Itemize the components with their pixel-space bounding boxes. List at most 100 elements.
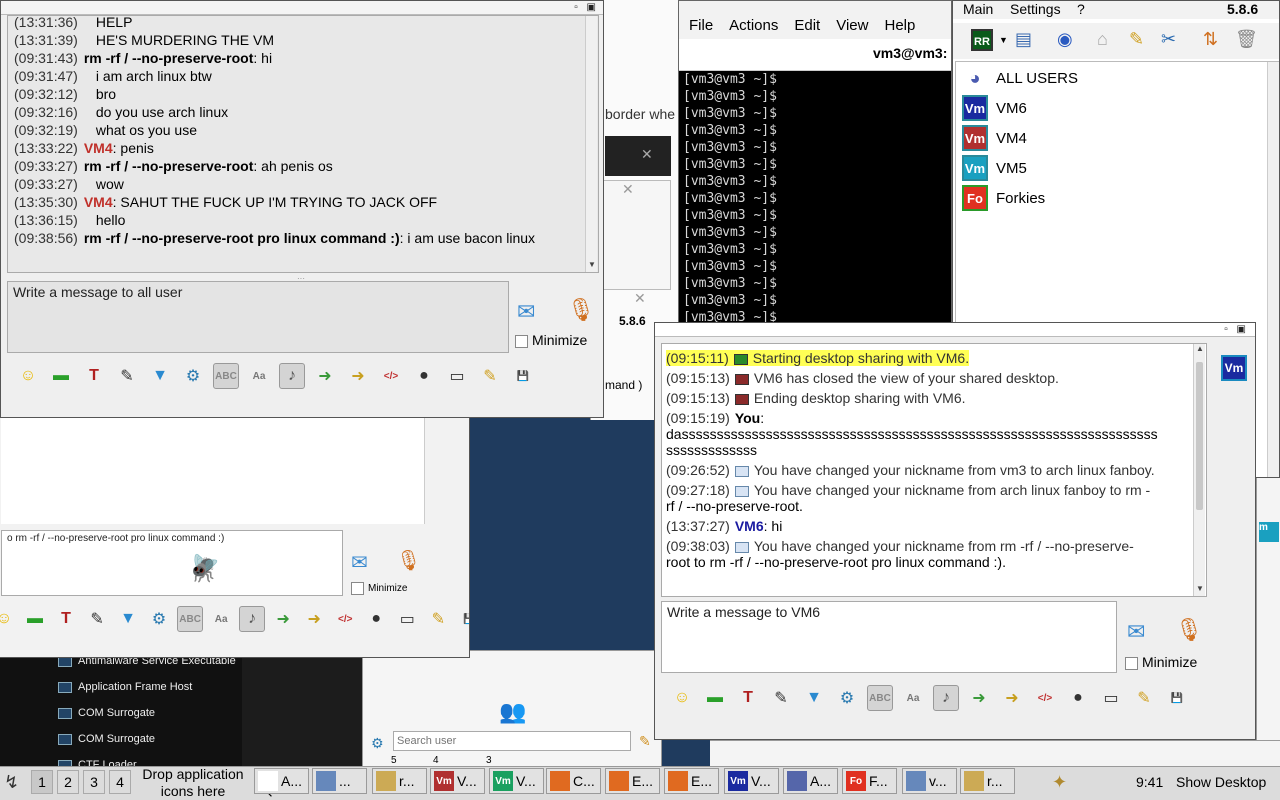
send-icon[interactable]: ✉ — [351, 550, 368, 575]
file-send-icon[interactable]: ➜ — [270, 606, 296, 632]
trash-icon[interactable]: 🗑 — [1235, 29, 1258, 50]
microphone-icon[interactable]: 🎙 — [567, 297, 595, 323]
gear-icon[interactable]: ⚙ — [834, 685, 860, 711]
record-icon[interactable]: ● — [411, 363, 437, 389]
font-icon[interactable]: T — [81, 363, 107, 389]
taskbar-item[interactable]: A... — [254, 768, 309, 794]
text-style-icon[interactable]: Aa — [208, 606, 234, 632]
taskbar-item[interactable]: E... — [664, 768, 719, 794]
vm6-minimize-checkbox[interactable]: Minimize — [1125, 654, 1197, 670]
tab-count[interactable]: 3 — [486, 755, 492, 766]
menu-settings[interactable]: Settings — [1010, 1, 1061, 17]
file-send-icon[interactable]: ➜ — [312, 363, 338, 389]
font-icon[interactable]: T — [735, 685, 761, 711]
taskbar-item[interactable]: Vm V... — [489, 768, 544, 794]
terminal-menu-item[interactable]: View — [836, 17, 868, 34]
taskbar-item[interactable]: r... — [372, 768, 427, 794]
pencil-icon[interactable]: ✎ — [639, 733, 651, 750]
user-list-scrollbar[interactable] — [1267, 62, 1279, 477]
terminal-menu-item[interactable]: Edit — [794, 17, 820, 34]
music-note-icon[interactable]: ♪ — [239, 606, 266, 632]
minimize-checkbox[interactable]: Minimize — [515, 332, 587, 348]
user-row[interactable]: Vm VM4 — [962, 124, 1027, 152]
filter-icon[interactable]: ▼ — [147, 363, 173, 389]
secondary-minimize[interactable]: Minimize — [351, 582, 407, 595]
user-row[interactable]: Vm VM6 — [962, 94, 1027, 122]
vm6-side-avatar[interactable]: Vm — [1221, 355, 1247, 381]
spellcheck-icon[interactable]: ABC — [867, 685, 893, 711]
close-icon[interactable]: ✕ — [622, 181, 634, 198]
transfer-icon[interactable]: ⇅ — [1203, 29, 1218, 50]
spellcheck-icon[interactable]: ABC — [213, 363, 239, 389]
code-icon[interactable]: </> — [332, 606, 358, 632]
clock[interactable]: 9:41 — [1136, 774, 1163, 790]
filter-icon[interactable]: ▼ — [115, 606, 141, 632]
music-note-icon[interactable]: ♪ — [279, 363, 305, 389]
terminal-menu-item[interactable]: Actions — [729, 17, 778, 34]
gear-icon[interactable]: ⚙ — [180, 363, 206, 389]
console-icon[interactable]: ▭ — [444, 363, 470, 389]
user-row[interactable]: Fo Forkies — [962, 184, 1045, 212]
taskbar-item[interactable]: ... — [312, 768, 367, 794]
workspace-1[interactable]: 1 — [31, 770, 53, 794]
folder-icon[interactable]: ➜ — [301, 606, 327, 632]
tools-icon[interactable]: ✂ — [1161, 29, 1176, 50]
search-user-input[interactable] — [393, 731, 631, 751]
message-nick[interactable]: rm -rf / --no-preserve-root — [84, 50, 254, 66]
color-icon[interactable]: ▬ — [48, 363, 74, 389]
smiley-icon[interactable]: ☺ — [15, 363, 41, 389]
taskbar-item[interactable]: C... — [546, 768, 601, 794]
text-style-icon[interactable]: Aa — [900, 685, 926, 711]
taskbar-item[interactable]: E... — [605, 768, 660, 794]
paint-icon[interactable]: ✎ — [114, 363, 140, 389]
app-menu-icon[interactable]: ↯ — [4, 772, 19, 793]
notes-icon[interactable]: ✎ — [425, 606, 451, 632]
show-desktop-button[interactable]: Show Desktop — [1176, 774, 1266, 790]
code-icon[interactable]: </> — [378, 363, 404, 389]
save-icon[interactable]: 💾 — [510, 363, 536, 389]
folder-icon[interactable]: ➜ — [999, 685, 1025, 711]
process-row[interactable]: Application Frame Host — [58, 677, 192, 697]
save-icon[interactable]: 💾 — [1164, 685, 1190, 711]
tab-count[interactable]: 4 — [433, 755, 439, 766]
gear-icon[interactable]: ⚙ — [371, 735, 384, 752]
taskbar-item[interactable]: Vm V... — [724, 768, 779, 794]
microphone-icon[interactable]: 🎙 — [396, 548, 421, 573]
message-nick[interactable]: VM6 — [735, 518, 764, 534]
gear-icon[interactable]: ⚙ — [146, 606, 172, 632]
smiley-icon[interactable]: ☺ — [669, 685, 695, 711]
paint-icon[interactable]: ✎ — [84, 606, 110, 632]
font-icon[interactable]: T — [53, 606, 79, 632]
house-icon[interactable]: ⌂ — [1097, 29, 1108, 50]
save-icon[interactable]: 💾 — [456, 606, 469, 632]
taskbar-item[interactable]: Fo F... — [842, 768, 897, 794]
message-nick[interactable]: VM4 — [84, 140, 113, 156]
console-icon[interactable]: ▭ — [394, 606, 420, 632]
record-icon[interactable]: ● — [363, 606, 389, 632]
code-icon[interactable]: </> — [1032, 685, 1058, 711]
taskbar-item[interactable]: r... — [960, 768, 1015, 794]
menu-main[interactable]: Main — [963, 1, 993, 17]
message-nick[interactable]: rm -rf / --no-preserve-root pro linux co… — [84, 230, 400, 246]
window-buttons[interactable]: ▫ ▣ — [1224, 324, 1249, 335]
menu-help[interactable]: ? — [1077, 1, 1085, 17]
close-icon[interactable]: ✕ — [634, 290, 646, 307]
launcher-drop-zone[interactable]: Drop application icons here — [136, 766, 250, 800]
process-row[interactable]: COM Surrogate — [58, 729, 155, 749]
color-icon[interactable]: ▬ — [702, 685, 728, 711]
console-icon[interactable]: ▭ — [1098, 685, 1124, 711]
music-note-icon[interactable]: ♪ — [933, 685, 959, 711]
notes-icon[interactable]: ✎ — [1131, 685, 1157, 711]
send-icon[interactable]: ✉ — [517, 299, 535, 325]
taskbar-item[interactable]: v... — [902, 768, 957, 794]
chat-log-scrollbar[interactable]: ▼ — [585, 16, 597, 272]
window-buttons[interactable]: ▫ ▣ — [574, 2, 599, 13]
file-send-icon[interactable]: ➜ — [966, 685, 992, 711]
tab-count[interactable]: 5 — [391, 755, 397, 766]
message-nick[interactable]: You — [735, 410, 760, 426]
record-icon[interactable]: ● — [1065, 685, 1091, 711]
text-style-icon[interactable]: Aa — [246, 363, 272, 389]
send-icon[interactable]: ✉ — [1127, 619, 1145, 645]
terminal-output[interactable]: [vm3@vm3 ~]$ [vm3@vm3 ~]$ [vm3@vm3 ~]$ [vm3… — [683, 71, 949, 323]
workspace-4[interactable]: 4 — [109, 770, 131, 794]
